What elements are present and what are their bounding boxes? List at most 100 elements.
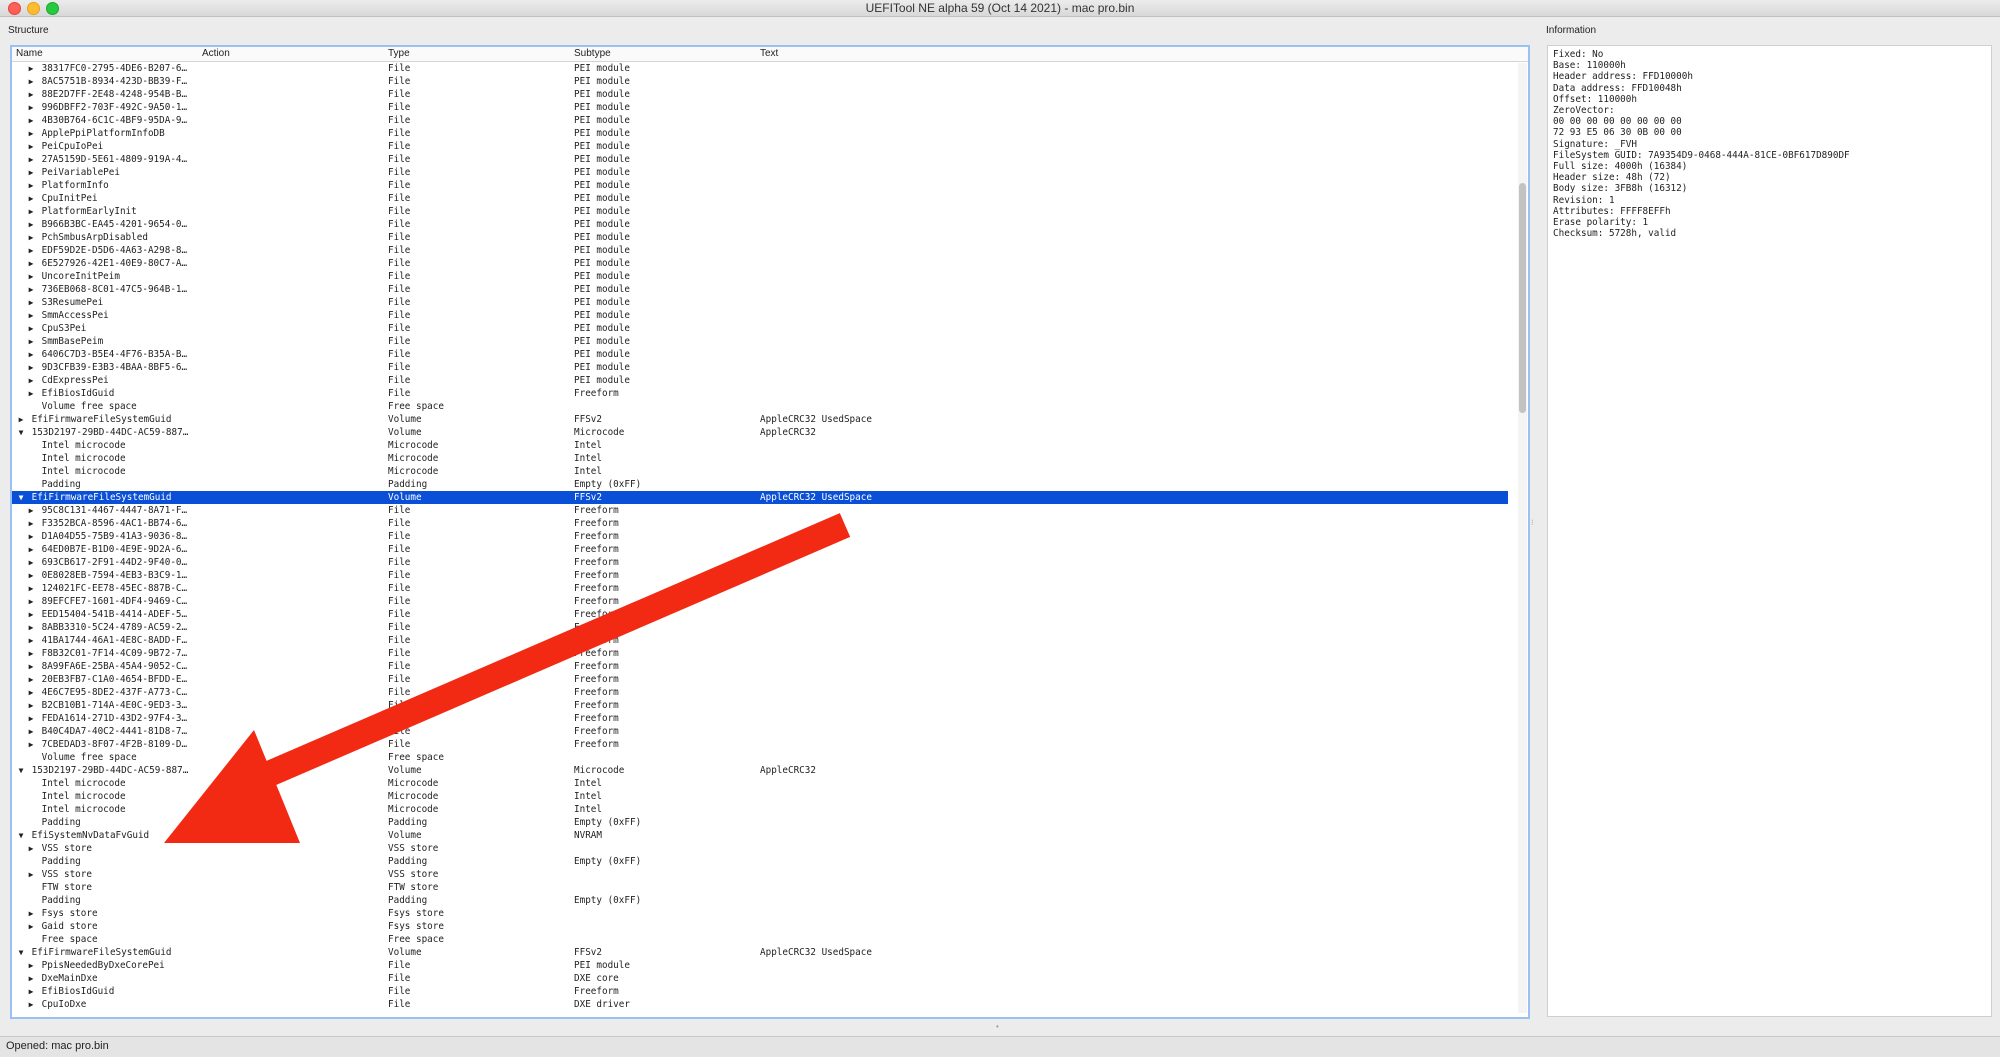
expand-arrow-icon[interactable]: ▶	[26, 244, 36, 257]
tree-row[interactable]: ▶ 89EFCFE7-1601-4DF4-9469-C… File Freeform	[12, 595, 1508, 608]
tree-row[interactable]: Intel microcode Microcode Intel	[12, 439, 1508, 452]
expand-arrow-icon[interactable]: ▶	[26, 127, 36, 140]
expand-arrow-icon[interactable]: ▶	[26, 556, 36, 569]
expand-arrow-icon[interactable]: ▶	[26, 62, 36, 75]
expand-arrow-icon[interactable]: ▶	[26, 634, 36, 647]
tree-row[interactable]: ▶ S3ResumePei File PEI module	[12, 296, 1508, 309]
tree-row[interactable]: ▶ 41BA1744-46A1-4E8C-8ADD-F… File Freeform	[12, 634, 1508, 647]
tree-row[interactable]: ▶ F8B32C01-7F14-4C09-9B72-7… File Freeform	[12, 647, 1508, 660]
expand-arrow-icon[interactable]: ▶	[26, 595, 36, 608]
tree-row[interactable]: ▶ 8ABB3310-5C24-4789-AC59-2… File Freeform	[12, 621, 1508, 634]
tree-row[interactable]: ▶ Gaid store Fsys store	[12, 920, 1508, 933]
expand-arrow-icon[interactable]: ▶	[26, 166, 36, 179]
expand-arrow-icon[interactable]: ▶	[26, 387, 36, 400]
tree-row[interactable]: ▶ F3352BCA-8596-4AC1-BB74-6… File Freeform	[12, 517, 1508, 530]
tree-row[interactable]: Intel microcode Microcode Intel	[12, 777, 1508, 790]
expand-arrow-icon[interactable]: ▶	[26, 998, 36, 1011]
tree-row[interactable]: ▶ PeiVariablePei File PEI module	[12, 166, 1508, 179]
tree-row[interactable]: ▶ UncoreInitPeim File PEI module	[12, 270, 1508, 283]
tree-row[interactable]: Intel microcode Microcode Intel	[12, 452, 1508, 465]
tree-row[interactable]: ▶ 95C8C131-4467-4447-8A71-F… File Freeform	[12, 504, 1508, 517]
tree-row[interactable]: ▶ B966B3BC-EA45-4201-9654-0… File PEI modu…	[12, 218, 1508, 231]
column-header-action[interactable]: Action	[202, 48, 230, 59]
expand-arrow-icon[interactable]: ▶	[26, 205, 36, 218]
tree-row[interactable]: ▶ EfiFirmwareFileSystemGuid Volume FFSv2 Ap…	[12, 413, 1508, 426]
expand-arrow-icon[interactable]: ▶	[26, 101, 36, 114]
tree-row[interactable]: ▶ CpuIoDxe File DXE driver	[12, 998, 1508, 1011]
expand-arrow-icon[interactable]: ▶	[26, 270, 36, 283]
scrollbar-thumb[interactable]	[1519, 183, 1526, 413]
tree-row[interactable]: ▼ 153D2197-29BD-44DC-AC59-887… Volume Micr…	[12, 764, 1508, 777]
tree-row[interactable]: Volume free space Free space	[12, 400, 1508, 413]
structure-tree[interactable]: Name Action Type Subtype Text ▶ 38317FC0…	[10, 45, 1530, 1019]
expand-arrow-icon[interactable]: ▶	[26, 699, 36, 712]
expand-arrow-icon[interactable]: ▶	[26, 283, 36, 296]
tree-row[interactable]: ▶ 20EB3FB7-C1A0-4654-BFDD-E… File Freeform	[12, 673, 1508, 686]
tree-row[interactable]: ▶ 7CBEDAD3-8F07-4F2B-8109-D… File Freeform	[12, 738, 1508, 751]
tree-row[interactable]: ▶ 4E6C7E95-8DE2-437F-A773-C… File Freeform	[12, 686, 1508, 699]
expand-arrow-icon[interactable]: ▶	[26, 647, 36, 660]
tree-row[interactable]: ▶ CdExpressPei File PEI module	[12, 374, 1508, 387]
expand-arrow-icon[interactable]: ▶	[26, 920, 36, 933]
column-header-subtype[interactable]: Subtype	[574, 48, 611, 59]
expand-arrow-icon[interactable]: ▶	[26, 374, 36, 387]
expand-arrow-icon[interactable]: ▶	[26, 153, 36, 166]
expand-arrow-icon[interactable]: ▶	[26, 868, 36, 881]
tree-row[interactable]: ▶ 8A99FA6E-25BA-45A4-9052-C… File Freeform	[12, 660, 1508, 673]
tree-row[interactable]: ▶ PlatformEarlyInit File PEI module	[12, 205, 1508, 218]
tree-row[interactable]: ▶ EDF59D2E-D5D6-4A63-A298-8… File PEI modu…	[12, 244, 1508, 257]
collapse-arrow-icon[interactable]: ▼	[16, 491, 26, 504]
tree-row[interactable]: Intel microcode Microcode Intel	[12, 803, 1508, 816]
column-header-type[interactable]: Type	[388, 48, 410, 59]
tree-row[interactable]: ▶ 124021FC-EE78-45EC-887B-C… File Freeform	[12, 582, 1508, 595]
tree-row[interactable]: ▶ 6E527926-42E1-40E9-80C7-A… File PEI modu…	[12, 257, 1508, 270]
tree-row[interactable]: ▶ 9D3CFB39-E3B3-4BAA-8BF5-6… File PEI modu…	[12, 361, 1508, 374]
tree-row[interactable]: ▶ 4B30B764-6C1C-4BF9-95DA-9… File PEI modu…	[12, 114, 1508, 127]
tree-row[interactable]: ▶ PchSmbusArpDisabled File PEI module	[12, 231, 1508, 244]
tree-row[interactable]: ▶ PpisNeededByDxeCorePei File PEI module	[12, 959, 1508, 972]
expand-arrow-icon[interactable]: ▶	[26, 972, 36, 985]
tree-row[interactable]: Padding Padding Empty (0xFF)	[12, 816, 1508, 829]
tree-row[interactable]: ▶ 0E8028EB-7594-4EB3-B3C9-1… File Freeform	[12, 569, 1508, 582]
tree-row[interactable]: ▶ 27A5159D-5E61-4809-919A-4… File PEI modu…	[12, 153, 1508, 166]
tree-row[interactable]: Intel microcode Microcode Intel	[12, 465, 1508, 478]
expand-arrow-icon[interactable]: ▶	[26, 582, 36, 595]
tree-row[interactable]: ▶ ApplePpiPlatformInfoDB File PEI module	[12, 127, 1508, 140]
expand-arrow-icon[interactable]: ▶	[26, 712, 36, 725]
tree-row[interactable]: ▶ 8AC5751B-8934-423D-BB39-F… File PEI modu…	[12, 75, 1508, 88]
tree-row[interactable]: Intel microcode Microcode Intel	[12, 790, 1508, 803]
expand-arrow-icon[interactable]: ▶	[26, 842, 36, 855]
expand-arrow-icon[interactable]: ▶	[26, 608, 36, 621]
tree-row[interactable]: Padding Padding Empty (0xFF)	[12, 855, 1508, 868]
expand-arrow-icon[interactable]: ▶	[26, 907, 36, 920]
expand-arrow-icon[interactable]: ▶	[26, 738, 36, 751]
expand-arrow-icon[interactable]: ▶	[26, 192, 36, 205]
expand-arrow-icon[interactable]: ▶	[26, 218, 36, 231]
collapse-arrow-icon[interactable]: ▼	[16, 426, 26, 439]
tree-row-selected[interactable]: ▼ EfiFirmwareFileSystemGuid Volume FFSv2 Ap…	[12, 491, 1508, 504]
expand-arrow-icon[interactable]: ▶	[26, 257, 36, 270]
tree-row[interactable]: ▶ EED15404-541B-4414-ADEF-5… File Freeform	[12, 608, 1508, 621]
tree-row[interactable]: ▶ DxeMainDxe File DXE core	[12, 972, 1508, 985]
tree-row[interactable]: FTW store FTW store	[12, 881, 1508, 894]
expand-arrow-icon[interactable]: ▶	[26, 75, 36, 88]
tree-row[interactable]: ▶ 996DBFF2-703F-492C-9A50-1… File PEI modu…	[12, 101, 1508, 114]
expand-arrow-icon[interactable]: ▶	[26, 231, 36, 244]
expand-arrow-icon[interactable]: ▶	[26, 959, 36, 972]
expand-arrow-icon[interactable]: ▶	[16, 413, 26, 426]
vertical-scrollbar[interactable]	[1518, 63, 1527, 1013]
expand-arrow-icon[interactable]: ▶	[26, 348, 36, 361]
tree-row[interactable]: ▶ 88E2D7FF-2E48-4248-954B-B… File PEI modu…	[12, 88, 1508, 101]
tree-row[interactable]: ▶ EfiBiosIdGuid File Freeform	[12, 985, 1508, 998]
tree-row[interactable]: ▶ VSS store VSS store	[12, 868, 1508, 881]
expand-arrow-icon[interactable]: ▶	[26, 517, 36, 530]
tree-row[interactable]: ▶ D1A04D55-75B9-41A3-9036-8… File Freeform	[12, 530, 1508, 543]
expand-arrow-icon[interactable]: ▶	[26, 504, 36, 517]
tree-row[interactable]: ▶ PlatformInfo File PEI module	[12, 179, 1508, 192]
tree-row[interactable]: ▶ SmmBasePeim File PEI module	[12, 335, 1508, 348]
tree-row[interactable]: ▶ 6406C7D3-B5E4-4F76-B35A-B… File PEI modu…	[12, 348, 1508, 361]
vertical-splitter-handle[interactable]: ⁝	[1531, 518, 1537, 527]
expand-arrow-icon[interactable]: ▶	[26, 673, 36, 686]
tree-row[interactable]: ▶ EfiBiosIdGuid File Freeform	[12, 387, 1508, 400]
tree-row[interactable]: ▶ B2CB10B1-714A-4E0C-9ED3-3… File Freeform	[12, 699, 1508, 712]
